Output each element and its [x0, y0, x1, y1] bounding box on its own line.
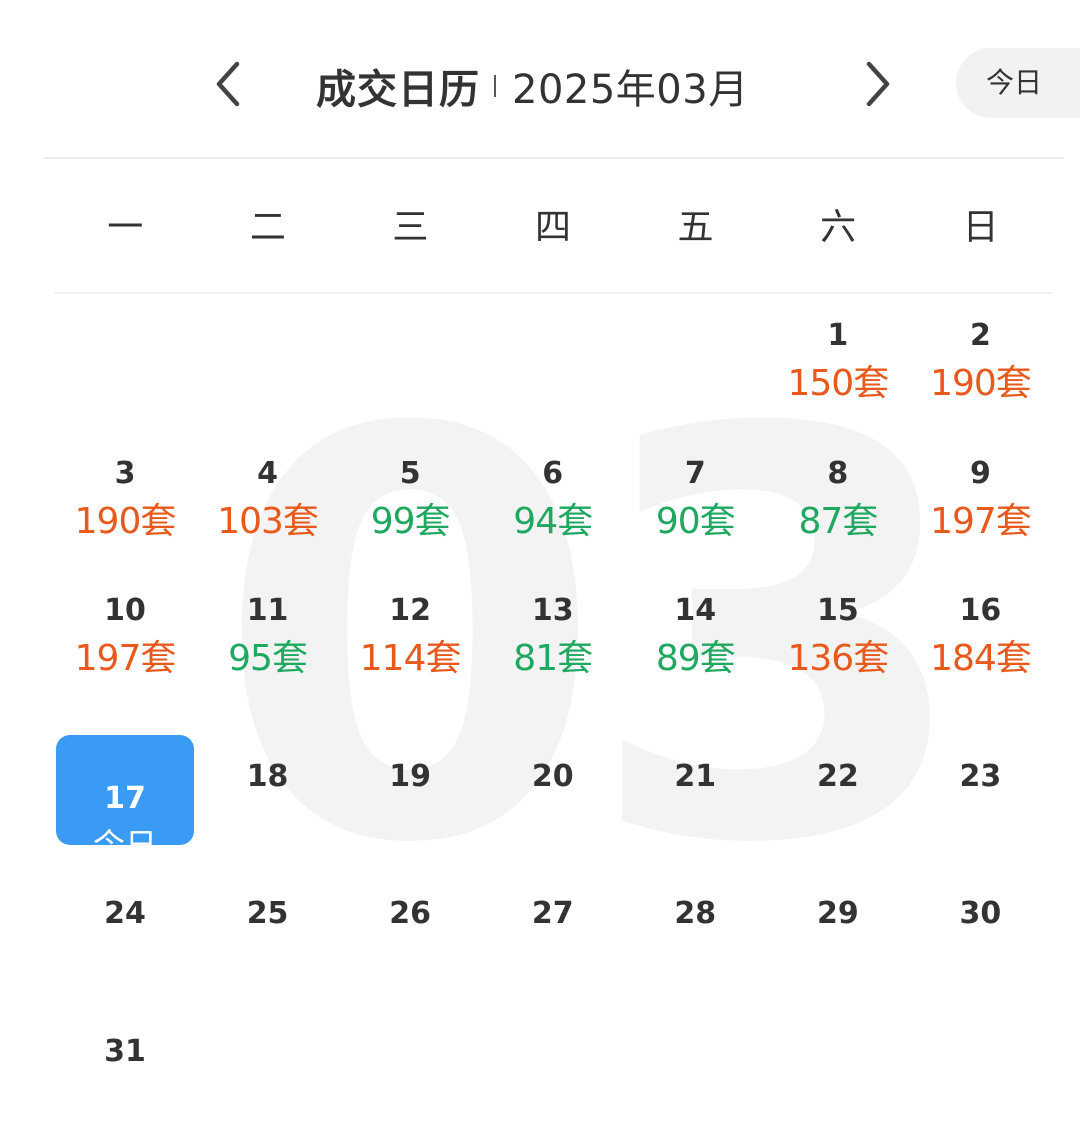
weekday-label: 三	[392, 207, 429, 248]
day-number: 23	[959, 758, 1002, 794]
deal-count: 114套	[359, 638, 462, 679]
deal-count: 87套	[798, 500, 878, 542]
day-number: 2	[969, 318, 991, 353]
chevron-left-icon	[216, 61, 240, 107]
today-highlight: 17 今日	[56, 734, 194, 864]
day-number: 22	[816, 758, 859, 794]
day-cell[interactable]: 23	[909, 713, 1051, 849]
prev-month-button[interactable]	[198, 54, 258, 114]
day-number: 14	[674, 593, 717, 628]
day-cell[interactable]: 11 95套	[197, 575, 339, 711]
deal-count: 136套	[787, 638, 889, 679]
day-number: 20	[531, 758, 574, 794]
deal-count: 81套	[513, 638, 593, 679]
day-cell[interactable]: 28	[624, 850, 766, 986]
day-cell[interactable]: 3 190套	[54, 438, 196, 574]
day-number: 6	[542, 455, 564, 491]
deal-count: 103套	[217, 500, 319, 542]
day-cell[interactable]: 17 今日	[54, 713, 196, 864]
weekday-label: 二	[249, 207, 286, 248]
day-cell[interactable]: 27	[482, 850, 624, 986]
day-number: 3	[114, 455, 136, 491]
deal-count: 197套	[930, 500, 1032, 542]
day-cell[interactable]: 31	[54, 988, 196, 1124]
day-number: 15	[816, 593, 859, 628]
day-cell[interactable]: 2 190套	[909, 300, 1051, 436]
day-number: 12	[389, 593, 432, 628]
day-cell[interactable]: 16 184套	[909, 575, 1051, 711]
day-cell[interactable]: 22	[767, 713, 909, 849]
day-cell[interactable]: 26	[339, 850, 481, 986]
day-cell[interactable]: 9 197套	[909, 438, 1051, 574]
title-separator	[494, 75, 496, 97]
day-cell[interactable]: 18	[197, 713, 339, 849]
day-number: 10	[104, 593, 146, 628]
day-cell[interactable]: 13 81套	[482, 575, 624, 711]
day-number: 17	[104, 780, 146, 816]
day-number: 9	[969, 455, 991, 491]
day-cell[interactable]: 12 114套	[339, 575, 481, 711]
chevron-right-icon	[866, 61, 890, 107]
weekday-row: 一二三四五六日	[54, 190, 1052, 266]
header-divider	[44, 157, 1064, 159]
weekday-label: 一	[107, 207, 144, 248]
day-number: 30	[959, 896, 1002, 931]
next-month-button[interactable]	[848, 54, 908, 114]
day-number: 26	[389, 896, 432, 931]
current-month-label[interactable]: 2025年03月	[512, 57, 749, 115]
day-number: 7	[684, 455, 706, 491]
day-number: 16	[959, 593, 1002, 628]
day-cell[interactable]: 29	[767, 850, 909, 986]
deal-count: 190套	[930, 363, 1032, 404]
day-number: 11	[246, 593, 289, 628]
title-area: 成交日历 2025年03月	[316, 56, 749, 116]
weekday-label: 五	[677, 207, 714, 248]
deal-count: 95套	[228, 638, 308, 679]
day-cell[interactable]: 6 94套	[482, 438, 624, 574]
weekday-label: 四	[534, 207, 571, 248]
day-number: 5	[399, 455, 421, 491]
deal-count: 197套	[74, 638, 177, 679]
day-cell[interactable]: 14 89套	[624, 575, 766, 711]
deal-count: 94套	[513, 500, 593, 542]
day-cell[interactable]: 15 136套	[767, 575, 909, 711]
deal-count: 184套	[930, 638, 1032, 679]
day-number: 1	[827, 318, 849, 353]
day-number: 31	[104, 1033, 146, 1069]
weekday-label: 日	[962, 207, 999, 248]
day-cell[interactable]: 30	[909, 850, 1051, 986]
day-cell[interactable]: 25	[197, 850, 339, 986]
deal-count: 90套	[655, 500, 736, 542]
today-button[interactable]: 今日	[956, 48, 1080, 118]
deal-count: 89套	[655, 638, 736, 679]
day-number: 21	[674, 758, 717, 794]
day-number: 8	[827, 455, 849, 491]
weekday-label: 六	[820, 207, 857, 248]
deal-count: 150套	[787, 363, 889, 404]
day-number: 24	[104, 896, 146, 931]
deal-count: 190套	[74, 500, 177, 542]
day-number: 18	[246, 758, 289, 794]
day-cell[interactable]: 7 90套	[624, 438, 766, 574]
day-cell[interactable]: 5 99套	[339, 438, 481, 574]
day-number: 4	[257, 455, 278, 491]
day-cell[interactable]: 8 87套	[767, 438, 909, 574]
calendar-header: 成交日历 2025年03月 今日	[0, 0, 1080, 160]
day-cell[interactable]: 19	[339, 713, 481, 849]
day-number: 25	[246, 896, 289, 931]
day-cell[interactable]: 20	[482, 713, 624, 849]
day-cell[interactable]: 1 150套	[767, 300, 909, 436]
day-number: 29	[816, 896, 859, 931]
day-number: 28	[674, 896, 717, 931]
day-cell[interactable]: 10 197套	[54, 575, 196, 711]
day-cell[interactable]: 24	[54, 850, 196, 986]
day-number: 13	[531, 593, 574, 628]
page-title: 成交日历	[316, 67, 480, 113]
weekday-divider	[54, 292, 1052, 294]
deal-count: 99套	[370, 500, 451, 542]
day-cell[interactable]: 21	[624, 713, 766, 849]
day-cell[interactable]: 4 103套	[197, 438, 339, 574]
day-number: 19	[389, 758, 432, 794]
day-number: 27	[531, 896, 574, 931]
